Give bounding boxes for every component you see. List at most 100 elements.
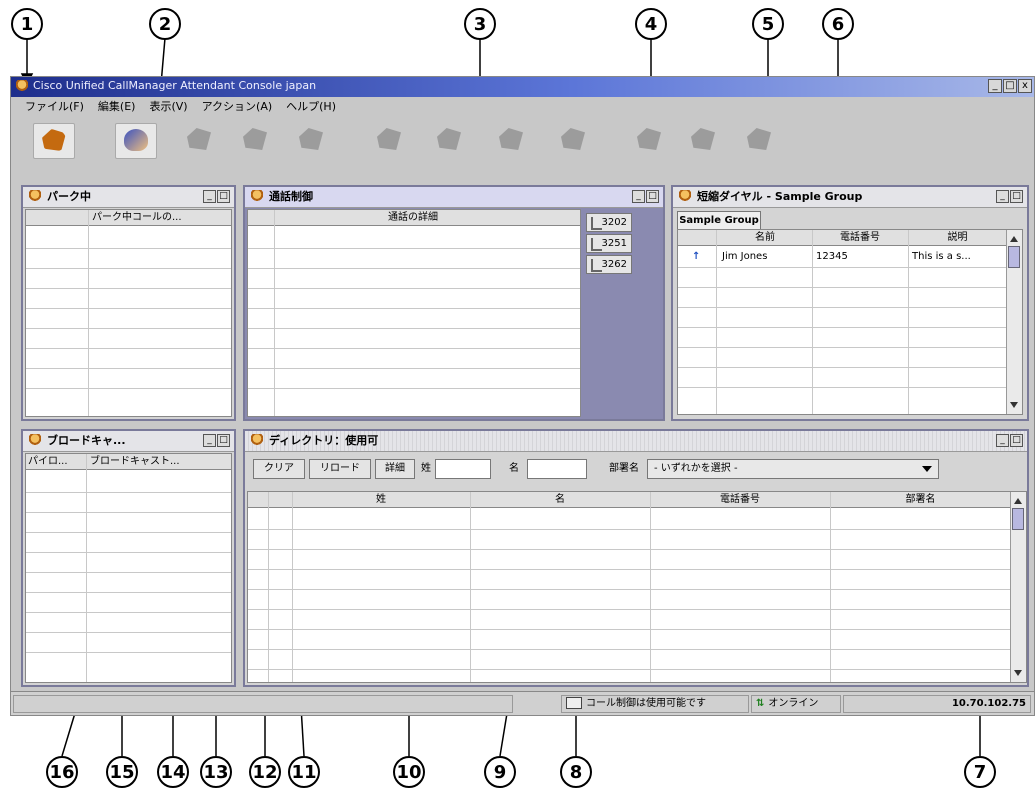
table-row[interactable]: ↑ Jim Jones 12345 This is a s... (678, 247, 1007, 267)
column-number[interactable]: 電話番号 (812, 230, 908, 246)
callout-10: 10 (393, 756, 425, 788)
column-department[interactable]: 部署名 (830, 492, 1011, 508)
pickup-icon[interactable] (115, 123, 157, 159)
line-button-3[interactable]: 3262 (586, 255, 632, 274)
broadcast-title: ブロードキャ... (47, 434, 126, 447)
drop-icon[interactable] (491, 123, 531, 157)
row-name: Jim Jones (722, 251, 768, 262)
panel-maximize-button[interactable]: □ (646, 190, 659, 203)
callout-11: 11 (288, 756, 320, 788)
call-control-panel: 通話制御 _ □ 通話の詳細 3202 3251 3262 (243, 185, 665, 421)
callout-7: 7 (964, 756, 996, 788)
speed-dial-panel: 短縮ダイヤル - Sample Group _ □ Sample Group 名前… (671, 185, 1029, 421)
first-name-field[interactable] (527, 459, 587, 479)
directory-header: ディレクトリ：使用可 _ □ (245, 431, 1027, 452)
details-button[interactable]: 詳細 (375, 459, 415, 479)
panel-minimize-button[interactable]: _ (996, 434, 1009, 447)
maximize-button[interactable]: □ (1003, 79, 1017, 93)
panel-icon (679, 190, 691, 203)
minimize-button[interactable]: _ (988, 79, 1002, 93)
call-details-grid[interactable]: 通話の詳細 (247, 209, 581, 417)
menu-bar: ファイル(F) 編集(E) 表示(V) アクション(A) ヘルプ(H) (11, 97, 1034, 117)
column-broadcast[interactable]: ブロードキャスト... (90, 454, 180, 470)
line-number: 3262 (601, 259, 627, 270)
callout-8: 8 (560, 756, 592, 788)
status-message-area (13, 695, 513, 713)
speed-dial-scrollbar[interactable] (1006, 230, 1022, 414)
panel-maximize-button[interactable]: □ (217, 190, 230, 203)
column-last-name[interactable]: 姓 (292, 492, 470, 508)
row-description: This is a s... (912, 251, 971, 262)
speed-dial-icon[interactable] (683, 123, 723, 157)
park-icon[interactable] (235, 123, 275, 157)
app-icon[interactable] (16, 80, 28, 93)
online-status: ⇅ オンライン (751, 695, 841, 713)
panel-minimize-button[interactable]: _ (203, 190, 216, 203)
parked-panel-header: パーク中 _ □ (23, 187, 234, 208)
directory-grid[interactable]: 姓 名 電話番号 部署名 (247, 491, 1027, 683)
panel-icon (29, 434, 41, 447)
department-select[interactable]: - いずれかを選択 - (647, 459, 939, 479)
parked-calls-panel: パーク中 _ □ パーク中コールの... (21, 185, 236, 421)
callout-15: 15 (106, 756, 138, 788)
line-number: 3202 (601, 217, 627, 228)
call-forward-icon[interactable] (629, 123, 669, 157)
panel-maximize-button[interactable]: □ (1010, 190, 1023, 203)
call-details-column-header[interactable]: 通話の詳細 (248, 210, 580, 226)
reload-button[interactable]: リロード (309, 459, 371, 479)
menu-view[interactable]: 表示(V) (149, 97, 187, 117)
tab-sample-group[interactable]: Sample Group (677, 211, 761, 229)
menu-help[interactable]: ヘルプ(H) (286, 97, 336, 117)
callout-9: 9 (484, 756, 516, 788)
column-first-name[interactable]: 名 (470, 492, 650, 508)
department-selected-value: - いずれかを選択 - (654, 463, 738, 474)
clear-button[interactable]: クリア (253, 459, 305, 479)
callout-1: 1 (11, 8, 43, 40)
toolbar (11, 117, 1034, 161)
panel-icon (29, 190, 41, 203)
line-number: 3251 (601, 238, 627, 249)
panel-maximize-button[interactable]: □ (1010, 434, 1023, 447)
panel-maximize-button[interactable]: □ (217, 434, 230, 447)
callout-5: 5 (752, 8, 784, 40)
menu-edit[interactable]: 編集(E) (98, 97, 136, 117)
login-icon[interactable] (33, 123, 75, 159)
column-description[interactable]: 説明 (908, 230, 1007, 246)
conference-icon[interactable] (553, 123, 593, 157)
directory-scrollbar[interactable] (1010, 492, 1026, 682)
panel-minimize-button[interactable]: _ (203, 434, 216, 447)
parked-calls-grid[interactable]: パーク中コールの... (25, 209, 232, 417)
last-name-field[interactable] (435, 459, 491, 479)
call-control-status: コール制御は使用可能です (561, 695, 749, 713)
menu-action[interactable]: アクション(A) (202, 97, 273, 117)
row-number: 12345 (816, 251, 848, 262)
title-bar[interactable]: Cisco Unified CallManager Attendant Cons… (11, 77, 1034, 97)
speed-dial-column-headers: 名前 電話番号 説明 (678, 230, 1007, 246)
menu-file[interactable]: ファイル(F) (25, 97, 84, 117)
pin-icon: ↑ (692, 251, 701, 262)
column-pilot[interactable]: パイロ... (28, 454, 68, 470)
line-button-1[interactable]: 3202 (586, 213, 632, 232)
parked-column-header[interactable]: パーク中コールの... (26, 210, 231, 226)
hold-icon[interactable] (179, 123, 219, 157)
column-name[interactable]: 名前 (718, 230, 812, 246)
callout-3: 3 (464, 8, 496, 40)
message-icon[interactable] (739, 123, 779, 157)
chevron-down-icon (922, 466, 932, 472)
first-name-label: 名 (509, 463, 519, 474)
speed-dial-grid[interactable]: 名前 電話番号 説明 ↑ Jim Jones 12345 This is a s… (677, 229, 1023, 415)
line-button-2[interactable]: 3251 (586, 234, 632, 253)
server-ip: 10.70.102.75 (843, 695, 1031, 713)
broadcast-header: ブロードキャ... _ □ (23, 431, 234, 452)
redirect-icon[interactable] (369, 123, 409, 157)
call-control-status-text: コール制御は使用可能です (586, 698, 706, 709)
column-phone[interactable]: 電話番号 (650, 492, 830, 508)
panel-minimize-button[interactable]: _ (996, 190, 1009, 203)
close-button[interactable]: x (1018, 79, 1032, 93)
answer-icon[interactable] (429, 123, 469, 157)
broadcast-grid[interactable]: パイロ... ブロードキャスト... (25, 453, 232, 683)
callout-2: 2 (149, 8, 181, 40)
panel-minimize-button[interactable]: _ (632, 190, 645, 203)
status-bar: コール制御は使用可能です ⇅ オンライン 10.70.102.75 (11, 691, 1034, 715)
transfer-icon[interactable] (291, 123, 331, 157)
